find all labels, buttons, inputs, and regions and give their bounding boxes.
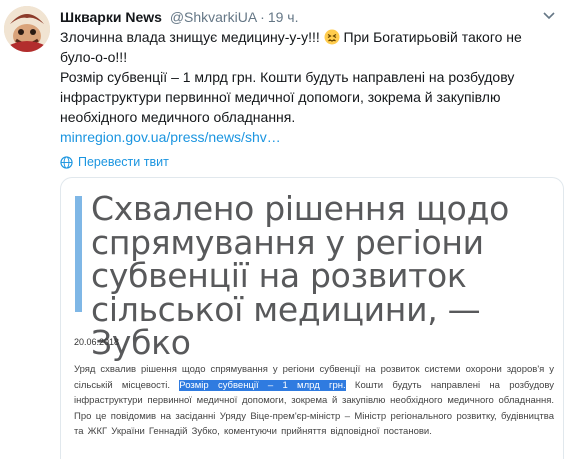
card-accent-bar (75, 196, 82, 312)
card-body: Уряд схвалив рішення щодо спрямування у … (74, 362, 554, 440)
card-title: Схвалено рішення щодо спрямування у регі… (91, 189, 509, 362)
avatar[interactable] (4, 6, 50, 52)
card-body-highlight: Розмір субвенції – 1 млрд грн. (179, 379, 346, 391)
chevron-down-icon[interactable] (540, 7, 558, 25)
author-handle[interactable]: @ShkvarkiUA (170, 9, 257, 25)
persevering-face-emoji-icon (324, 29, 340, 45)
tweet-text: Злочинна влада знищує медицину-у-у!!! Пр… (60, 27, 560, 147)
link-preview-card[interactable]: Схвалено рішення щодо спрямування у регі… (60, 177, 564, 459)
separator-dot: · (260, 9, 265, 25)
tweet-paragraph-2: Розмір субвенції – 1 млрд грн. Кошти буд… (60, 69, 515, 125)
tweet-text-part1: Злочинна влада знищує медицину-у-у!!! (60, 29, 324, 45)
globe-icon (60, 155, 73, 169)
tweet-header: Шкварки News @ShkvarkiUA · 19 ч. (60, 7, 558, 27)
tweet-link[interactable]: minregion.gov.ua/press/news/shv… (60, 129, 281, 145)
tweet-paragraph-1: Злочинна влада знищує медицину-у-у!!! Пр… (60, 27, 560, 67)
translate-label: Перевести твит (78, 155, 169, 169)
card-date: 20.06.2018 (74, 337, 120, 347)
author-name[interactable]: Шкварки News (60, 9, 162, 25)
tweet-time[interactable]: 19 ч. (268, 9, 299, 25)
translate-button[interactable]: Перевести твит (60, 153, 169, 171)
